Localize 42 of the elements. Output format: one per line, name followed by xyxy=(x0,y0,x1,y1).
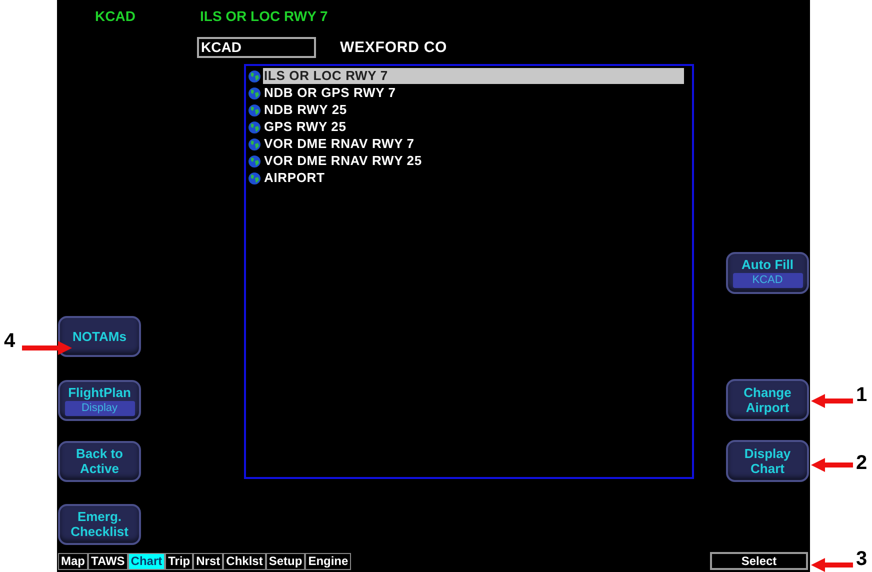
globe-icon xyxy=(248,104,261,117)
procedure-item[interactable]: NDB OR GPS RWY 7 xyxy=(263,85,684,102)
softkey-button[interactable]: Change Airport xyxy=(726,378,809,421)
softkey-button[interactable]: Back to Active xyxy=(58,440,141,482)
page-tab[interactable]: Chart xyxy=(128,554,164,569)
procedure-title: ILS OR LOC RWY 7 xyxy=(200,7,328,26)
select-softkey-label[interactable]: Select xyxy=(710,552,808,570)
page-tab[interactable]: Trip xyxy=(166,554,192,569)
callout-number: 2 xyxy=(856,452,868,474)
softkey-button[interactable]: FlightPlan Display xyxy=(58,380,141,421)
page-tab[interactable]: Setup xyxy=(266,554,304,569)
airport-field[interactable]: KCAD xyxy=(197,37,316,58)
softkey-button[interactable]: Display Chart xyxy=(726,440,809,482)
procedure-item[interactable]: AIRPORT xyxy=(263,170,684,186)
softkey-button[interactable]: Emerg. Checklist xyxy=(58,504,141,545)
callout-number: 1 xyxy=(856,384,868,406)
page-tab[interactable]: Map xyxy=(59,554,87,569)
procedure-item[interactable]: VOR DME RNAV RWY 25 xyxy=(263,153,684,170)
callout-arrow xyxy=(22,341,72,355)
softkey-button[interactable]: Auto Fill KCAD xyxy=(726,252,809,294)
airport-code: KCAD xyxy=(95,7,136,26)
procedure-item[interactable]: GPS RWY 25 xyxy=(263,119,684,136)
globe-icon xyxy=(248,172,261,185)
airport-name: WEXFORD CO xyxy=(340,38,448,58)
procedure-item[interactable]: NDB RWY 25 xyxy=(263,102,684,118)
globe-icon xyxy=(248,120,261,134)
page-tab[interactable]: Chklst xyxy=(224,554,265,569)
callout-number: 4 xyxy=(4,330,16,352)
callout-arrow xyxy=(811,394,853,408)
page-tab[interactable]: TAWS xyxy=(89,554,127,569)
callout-arrow xyxy=(811,458,853,472)
globe-icon xyxy=(248,154,261,168)
procedure-item[interactable]: ILS OR LOC RWY 7 xyxy=(263,68,684,84)
page-tab[interactable]: Nrst xyxy=(194,554,222,569)
callout-arrow xyxy=(811,558,853,572)
procedure-item[interactable]: VOR DME RNAV RWY 7 xyxy=(263,136,684,152)
page-tab[interactable]: Engine xyxy=(306,554,350,569)
globe-icon xyxy=(248,138,261,151)
globe-icon xyxy=(248,70,261,83)
callout-number: 3 xyxy=(856,548,868,570)
softkey-button[interactable]: NOTAMs xyxy=(58,316,141,357)
globe-icon xyxy=(248,86,261,100)
